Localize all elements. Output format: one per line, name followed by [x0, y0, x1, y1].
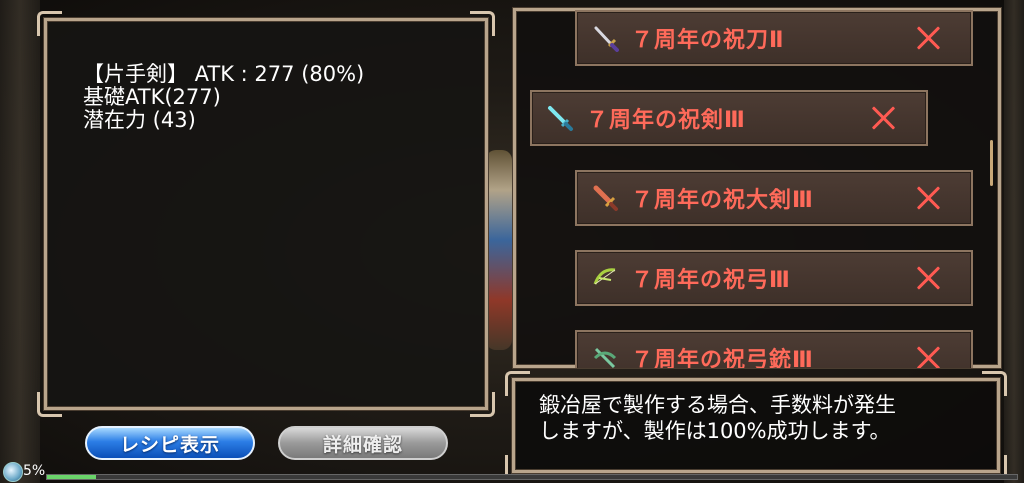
remove-recipe-icon[interactable]: [915, 265, 941, 291]
frame-corner: [470, 11, 495, 36]
frame-corner: [516, 11, 531, 26]
progress-fill: [47, 475, 96, 479]
recipe-name: ７周年の祝弓Ⅲ: [631, 268, 791, 293]
show-recipe-button[interactable]: レシピ表示: [85, 426, 255, 460]
frame-corner: [983, 11, 998, 26]
recipe-name: ７周年の祝刀Ⅱ: [631, 28, 785, 53]
potential-line: 潜在力 (43): [83, 108, 196, 132]
sword-icon: [548, 106, 573, 131]
frame-corner: [37, 11, 62, 36]
recipe-item-clip: ７周年の祝弓銃Ⅲ: [575, 330, 973, 368]
recipe-item-selected[interactable]: ７周年の祝剣Ⅲ: [530, 90, 928, 146]
background-pillar-right: [1004, 0, 1024, 483]
frame-corner: [470, 392, 495, 417]
remove-recipe-icon[interactable]: [870, 105, 896, 131]
remove-recipe-icon[interactable]: [915, 25, 941, 51]
frame-corner: [505, 371, 530, 396]
crossbow-icon: [593, 347, 617, 368]
recipe-name: ７周年の祝大剣Ⅲ: [631, 188, 814, 213]
frame-corner: [37, 392, 62, 417]
info-text-line: 鍛冶屋で製作する場合、手数料が発生: [539, 393, 896, 417]
bow-icon: [593, 268, 616, 285]
recipe-list-scrollbar[interactable]: [990, 140, 993, 186]
recipe-item[interactable]: ７周年の祝刀Ⅱ: [575, 10, 973, 66]
weapon-stats-panel: 【片手剣】 ATK : 277 (80%) 基礎ATK(277) 潜在力 (43…: [37, 11, 495, 417]
recipe-name: ７周年の祝剣Ⅲ: [586, 108, 746, 133]
greatsword-icon: [593, 185, 618, 211]
remove-recipe-icon[interactable]: [915, 345, 941, 368]
status-percent: 5%: [23, 463, 46, 479]
info-text-line: しますが、製作は100%成功します。: [539, 419, 891, 443]
frame-corner: [982, 371, 1007, 396]
recipe-item[interactable]: ７周年の祝大剣Ⅲ: [575, 170, 973, 226]
recipe-item[interactable]: ７周年の祝弓Ⅲ: [575, 250, 973, 306]
progress-bar: [46, 474, 1018, 480]
detail-check-button[interactable]: 詳細確認: [278, 426, 448, 460]
crafting-info-panel: 鍛冶屋で製作する場合、手数料が発生 しますが、製作は100%成功します。: [505, 371, 1007, 480]
weapon-atk-line: 【片手剣】 ATK : 277 (80%): [83, 62, 365, 86]
recipe-item[interactable]: ７周年の祝弓銃Ⅲ: [575, 330, 973, 368]
background-pillar-left: [0, 0, 40, 483]
base-atk-line: 基礎ATK(277): [83, 85, 221, 109]
recipe-name: ７周年の祝弓銃Ⅲ: [631, 348, 814, 368]
remove-recipe-icon[interactable]: [915, 185, 941, 211]
status-orb-icon: [3, 462, 23, 482]
katana-icon: [594, 26, 619, 52]
background-character: [486, 150, 512, 350]
